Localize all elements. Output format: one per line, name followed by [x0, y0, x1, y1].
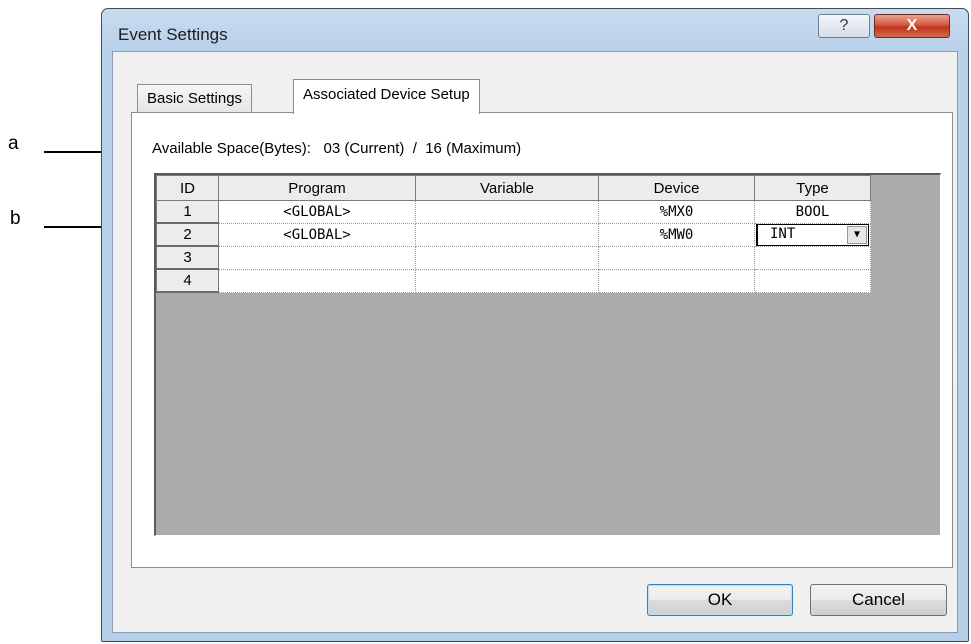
- variable-cell[interactable]: [415, 245, 599, 270]
- program-cell[interactable]: <GLOBAL>: [218, 200, 416, 224]
- row-id-cell[interactable]: 4: [156, 268, 219, 293]
- variable-cell[interactable]: [415, 222, 599, 247]
- column-header-program[interactable]: Program: [218, 175, 416, 201]
- close-icon: X: [906, 17, 918, 34]
- table-row: 1 <GLOBAL> %MX0 BOOL: [156, 200, 871, 224]
- variable-cell[interactable]: [415, 268, 599, 293]
- type-cell[interactable]: BOOL: [754, 200, 871, 224]
- row-id-cell[interactable]: 2: [156, 222, 219, 247]
- ok-button[interactable]: OK: [647, 584, 793, 616]
- tab-basic-settings[interactable]: Basic Settings: [137, 84, 253, 113]
- device-cell[interactable]: [598, 268, 755, 293]
- program-cell[interactable]: <GLOBAL>: [218, 222, 416, 247]
- dialog-title: Event Settings: [118, 25, 228, 44]
- available-space-info: Available Space(Bytes): 03 (Current) / 1…: [152, 140, 521, 157]
- cancel-button[interactable]: Cancel: [810, 584, 947, 616]
- device-cell[interactable]: %MX0: [598, 200, 755, 224]
- program-cell[interactable]: [218, 268, 416, 293]
- device-cell[interactable]: [598, 245, 755, 270]
- column-header-id[interactable]: ID: [156, 175, 219, 201]
- type-cell: INT ▼: [754, 222, 871, 247]
- table-row: 4: [156, 268, 871, 293]
- column-header-type[interactable]: Type: [754, 175, 871, 201]
- row-id-cell[interactable]: 1: [156, 200, 219, 224]
- type-dropdown[interactable]: INT ▼: [756, 223, 869, 246]
- available-space-maximum: 16 (Maximum): [425, 140, 522, 157]
- column-header-variable[interactable]: Variable: [415, 175, 599, 201]
- variable-cell[interactable]: [415, 200, 599, 224]
- chevron-down-icon[interactable]: ▼: [847, 225, 867, 244]
- dialog-client-area: Basic Settings Associated Device Setup A…: [112, 51, 958, 633]
- device-table: ID Program Variable Device Type 1 <GLOBA…: [156, 175, 871, 293]
- close-button[interactable]: X: [874, 14, 950, 38]
- table-row: 2 <GLOBAL> %MW0 INT ▼: [156, 222, 871, 247]
- row-id-cell[interactable]: 3: [156, 245, 219, 270]
- available-space-current: 03 (Current): [323, 140, 405, 157]
- tab-panel: Available Space(Bytes): 03 (Current) / 1…: [131, 112, 953, 568]
- column-header-device[interactable]: Device: [598, 175, 755, 201]
- type-cell[interactable]: [754, 245, 871, 270]
- available-space-label: Available Space(Bytes):: [152, 140, 311, 157]
- type-dropdown-value: INT: [770, 225, 796, 242]
- device-cell[interactable]: %MW0: [598, 222, 755, 247]
- help-icon: ?: [839, 17, 849, 34]
- table-header-row: ID Program Variable Device Type: [156, 175, 871, 201]
- table-row: 3: [156, 245, 871, 270]
- annotation-a-label: a: [8, 133, 19, 154]
- type-cell[interactable]: [754, 268, 871, 293]
- device-grid: ID Program Variable Device Type 1 <GLOBA…: [154, 173, 941, 536]
- program-cell[interactable]: [218, 245, 416, 270]
- annotation-b-label: b: [10, 208, 21, 229]
- event-settings-dialog: Event Settings ? X Basic Settings Associ…: [101, 8, 969, 642]
- help-button[interactable]: ?: [818, 14, 870, 38]
- available-space-separator: /: [412, 140, 417, 157]
- tab-associated-device-setup[interactable]: Associated Device Setup: [293, 79, 480, 114]
